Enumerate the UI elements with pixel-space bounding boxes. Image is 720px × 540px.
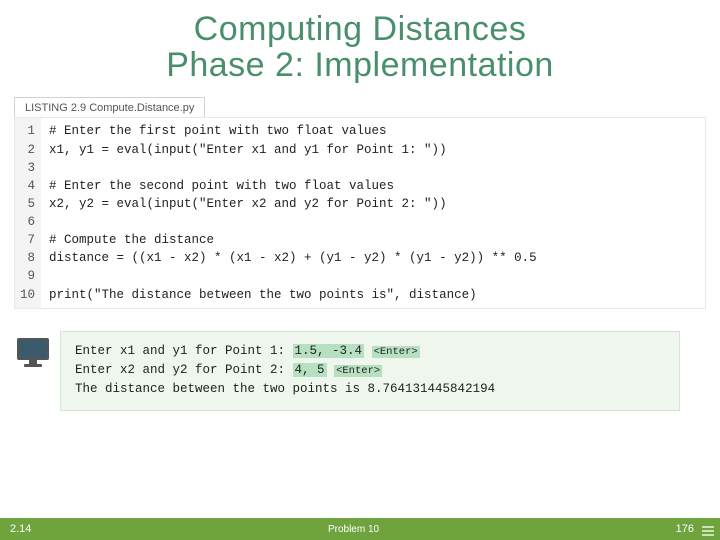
input-1: 1.5, -3.4 [293, 344, 365, 358]
enter-key-1: <Enter> [372, 346, 420, 358]
code-block: 1 2 3 4 5 6 7 8 9 10 # Enter the first p… [14, 117, 706, 308]
terminal-output: Enter x1 and y1 for Point 1: 1.5, -3.4 <… [60, 331, 680, 411]
title-line-2: Phase 2: Implementation [0, 48, 720, 84]
listing-label: LISTING 2.9 Compute.Distance.py [14, 97, 205, 117]
title-line-1: Computing Distances [0, 12, 720, 48]
terminal-line-1: Enter x1 and y1 for Point 1: 1.5, -3.4 <… [75, 342, 665, 361]
title-block: Computing Distances Phase 2: Implementat… [0, 0, 720, 83]
code-gutter: 1 2 3 4 5 6 7 8 9 10 [15, 118, 41, 307]
code-body: # Enter the first point with two float v… [41, 118, 705, 307]
menu-icon[interactable] [702, 526, 714, 536]
prompt-1: Enter x1 and y1 for Point 1: [75, 344, 293, 358]
monitor-icon [15, 338, 51, 366]
prompt-2: Enter x2 and y2 for Point 2: [75, 363, 293, 377]
footer-bar: 2.14 Problem 10 176 [0, 518, 720, 540]
listing-tab: LISTING 2.9 Compute.Distance.py [14, 97, 720, 117]
footer-center: Problem 10 [31, 524, 675, 535]
terminal-line-3: The distance between the two points is 8… [75, 380, 665, 399]
input-2: 4, 5 [293, 363, 327, 377]
terminal-line-2: Enter x2 and y2 for Point 2: 4, 5 <Enter… [75, 361, 665, 380]
footer-left: 2.14 [0, 523, 31, 535]
slide: Computing Distances Phase 2: Implementat… [0, 0, 720, 540]
enter-key-2: <Enter> [334, 365, 382, 377]
